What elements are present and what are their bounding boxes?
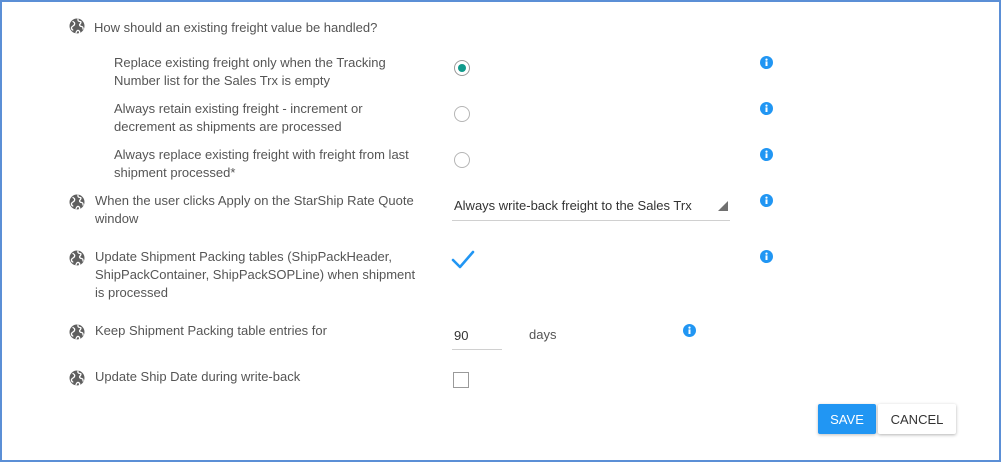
info-icon[interactable] [683, 324, 696, 337]
settings-panel: How should an existing freight value be … [0, 0, 1001, 462]
info-icon[interactable] [760, 102, 773, 115]
globe-icon [69, 18, 85, 34]
ship-date-label: Update Ship Date during write-back [95, 369, 301, 384]
apply-rate-quote-label: When the user clicks Apply on the StarSh… [95, 193, 414, 226]
info-icon[interactable] [760, 56, 773, 69]
globe-icon [69, 250, 85, 266]
info-icon[interactable] [760, 148, 773, 161]
save-button[interactable]: SAVE [818, 404, 876, 434]
checkmark-icon[interactable] [451, 250, 475, 270]
apply-rate-quote-select[interactable]: Always write-back freight to the Sales T… [452, 191, 730, 221]
keep-entries-label: Keep Shipment Packing table entries for [95, 323, 327, 338]
freight-option-replace-empty-label: Replace existing freight only when the T… [114, 55, 386, 88]
ship-date-checkbox[interactable] [453, 372, 469, 388]
freight-option-retain-radio[interactable] [454, 106, 470, 122]
apply-rate-quote-selected-value: Always write-back freight to the Sales T… [454, 198, 692, 213]
info-icon[interactable] [760, 194, 773, 207]
cancel-button[interactable]: CANCEL [878, 404, 956, 434]
packing-tables-label: Update Shipment Packing tables (ShipPack… [95, 249, 416, 300]
info-icon[interactable] [760, 250, 773, 263]
keep-entries-days-input[interactable] [452, 321, 502, 350]
freight-option-replace-empty-radio[interactable] [454, 60, 470, 76]
dropdown-arrow-icon [718, 201, 728, 211]
globe-icon [69, 370, 85, 386]
freight-option-replace-always-label: Always replace existing freight with fre… [114, 147, 409, 180]
keep-entries-unit: days [529, 327, 557, 342]
globe-icon [69, 194, 85, 210]
freight-option-replace-always-radio[interactable] [454, 152, 470, 168]
freight-question-label: How should an existing freight value be … [94, 20, 378, 35]
freight-option-retain-label: Always retain existing freight - increme… [114, 101, 363, 134]
globe-icon [69, 324, 85, 340]
